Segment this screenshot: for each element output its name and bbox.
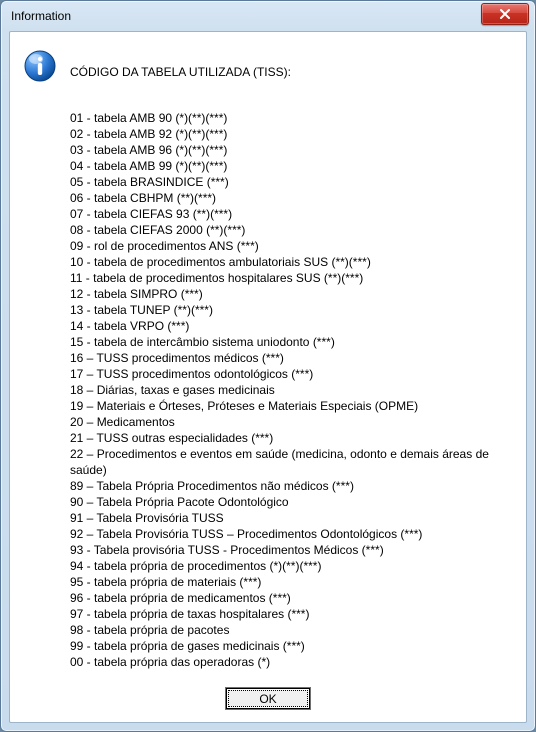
dialog-window: Information	[0, 0, 536, 732]
code-line: 16 – TUSS procedimentos médicos (***)	[70, 350, 512, 366]
code-line: 94 - tabela própria de procedimentos (*)…	[70, 558, 512, 574]
code-line: 07 - tabela CIEFAS 93 (**)(***)	[70, 206, 512, 222]
ok-button[interactable]: OK	[225, 687, 311, 710]
code-line: 18 – Diárias, taxas e gases medicinais	[70, 382, 512, 398]
code-line: 93 - Tabela provisória TUSS - Procedimen…	[70, 542, 512, 558]
code-line: 99 - tabela própria de gases medicinais …	[70, 638, 512, 654]
titlebar[interactable]: Information	[1, 1, 535, 31]
code-line: 97 - tabela própria de taxas hospitalare…	[70, 606, 512, 622]
dialog-footer: OK	[24, 679, 512, 710]
code-line: 00 - tabela própria das operadoras (*)	[70, 654, 512, 670]
information-icon	[24, 50, 56, 82]
code-line: 03 - tabela AMB 96 (*)(**)(***)	[70, 142, 512, 158]
code-line: 90 – Tabela Própria Pacote Odontológico	[70, 494, 512, 510]
client-area: CÓDIGO DA TABELA UTILIZADA (TISS): 01 - …	[9, 31, 527, 723]
code-line: 15 - tabela de intercâmbio sistema uniod…	[70, 334, 512, 350]
code-line: 92 – Tabela Provisória TUSS – Procedimen…	[70, 526, 512, 542]
code-list: 01 - tabela AMB 90 (*)(**)(***)02 - tabe…	[70, 110, 512, 670]
code-line: 12 - tabela SIMPRO (***)	[70, 286, 512, 302]
code-line: 95 - tabela própria de materiais (***)	[70, 574, 512, 590]
code-line: 09 - rol de procedimentos ANS (***)	[70, 238, 512, 254]
close-button[interactable]	[481, 3, 529, 25]
code-line: 13 - tabela TUNEP (**)(***)	[70, 302, 512, 318]
code-line: 19 – Materiais e Órteses, Próteses e Mat…	[70, 398, 512, 414]
code-line: 05 - tabela BRASINDICE (***)	[70, 174, 512, 190]
code-line: 98 - tabela própria de pacotes	[70, 622, 512, 638]
code-line: 20 – Medicamentos	[70, 414, 512, 430]
code-line: 02 - tabela AMB 92 (*)(**)(***)	[70, 126, 512, 142]
code-line: 06 - tabela CBHPM (**)(***)	[70, 190, 512, 206]
code-line: 11 - tabela de procedimentos hospitalare…	[70, 270, 512, 286]
code-line: 91 – Tabela Provisória TUSS	[70, 510, 512, 526]
code-line: 01 - tabela AMB 90 (*)(**)(***)	[70, 110, 512, 126]
code-line: 21 – TUSS outras especialidades (***)	[70, 430, 512, 446]
window-title: Information	[11, 1, 481, 31]
close-icon	[499, 9, 511, 19]
message-heading: CÓDIGO DA TABELA UTILIZADA (TISS):	[70, 64, 512, 80]
code-line: 96 - tabela própria de medicamentos (***…	[70, 590, 512, 606]
code-line: 04 - tabela AMB 99 (*)(**)(***)	[70, 158, 512, 174]
code-line: 22 – Procedimentos e eventos em saúde (m…	[70, 446, 512, 478]
code-line: 10 - tabela de procedimentos ambulatoria…	[70, 254, 512, 270]
code-line: 17 – TUSS procedimentos odontológicos (*…	[70, 366, 512, 382]
code-line: 14 - tabela VRPO (***)	[70, 318, 512, 334]
code-line: 89 – Tabela Própria Procedimentos não mé…	[70, 478, 512, 494]
code-line: 08 - tabela CIEFAS 2000 (**)(***)	[70, 222, 512, 238]
message-text: CÓDIGO DA TABELA UTILIZADA (TISS): 01 - …	[70, 48, 512, 679]
